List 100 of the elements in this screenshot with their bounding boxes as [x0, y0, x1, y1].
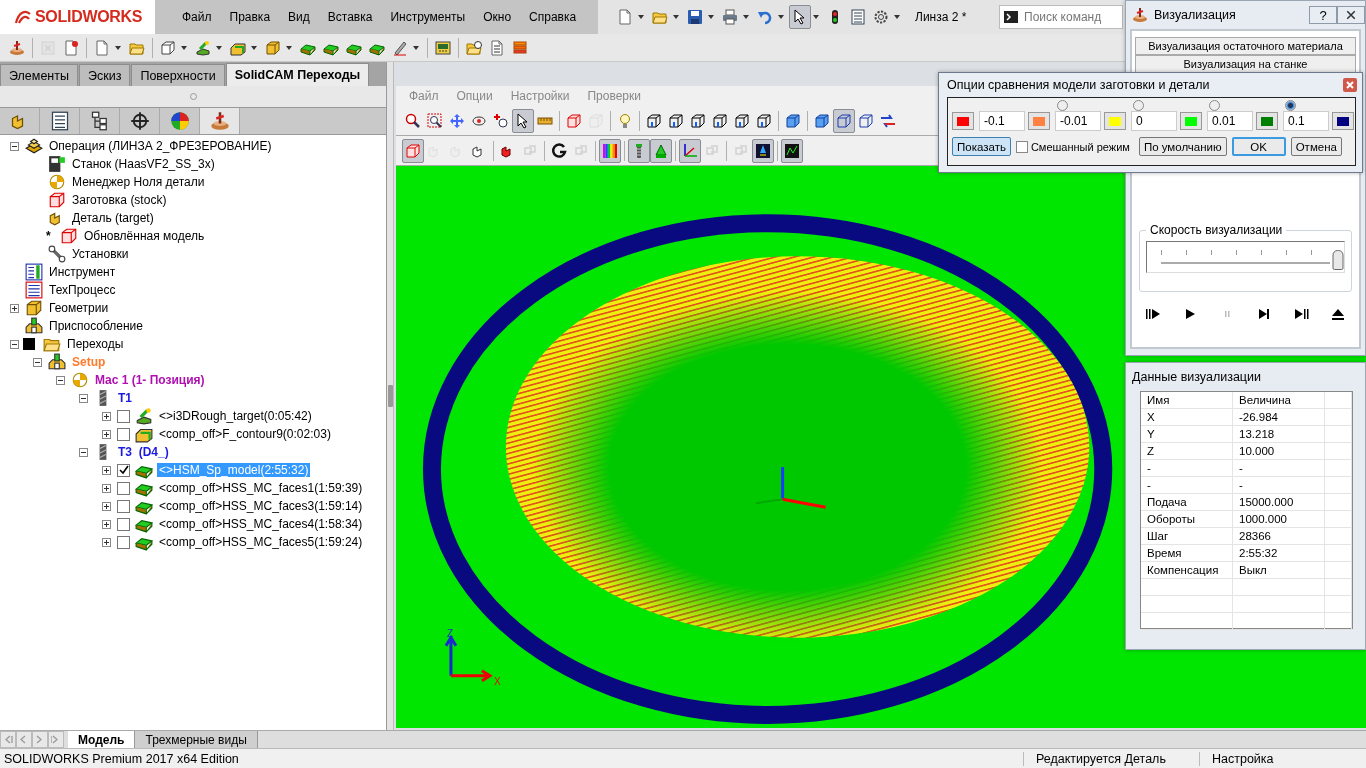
- collapse-icon[interactable]: [9, 339, 19, 349]
- caret-icon[interactable]: [743, 15, 749, 19]
- toolbar-button[interactable]: [789, 5, 811, 29]
- tree-item[interactable]: ТехПроцесс: [47, 283, 118, 297]
- tree-item[interactable]: Деталь (target): [70, 211, 156, 225]
- tree-item[interactable]: Операция (ЛИНЗА 2_ФРЕЗЕРОВАНИЕ): [47, 139, 274, 153]
- tree-item[interactable]: <comp_off>HSS_MC_faces5(1:59:24): [157, 535, 365, 549]
- caret-icon[interactable]: [286, 45, 292, 50]
- tree-item[interactable]: Инструмент: [47, 265, 118, 279]
- menu-item[interactable]: Вид: [279, 10, 319, 24]
- tree-item[interactable]: T3 (D4_): [116, 445, 171, 459]
- color-button[interactable]: [1028, 112, 1050, 130]
- close-icon[interactable]: [1342, 77, 1358, 93]
- collapse-icon[interactable]: [9, 141, 19, 151]
- menu-item[interactable]: Файл: [173, 10, 221, 24]
- dialog-button[interactable]: По умолчанию: [1138, 137, 1227, 156]
- tree-item[interactable]: T1: [116, 391, 134, 405]
- collapse-icon[interactable]: [78, 393, 88, 403]
- expand-icon[interactable]: [101, 537, 111, 547]
- expand-icon[interactable]: [101, 519, 111, 529]
- tab[interactable]: Трехмерные виды: [135, 731, 258, 748]
- checkbox[interactable]: [117, 481, 130, 495]
- speed-slider[interactable]: [1146, 241, 1345, 273]
- expand-icon[interactable]: [101, 483, 111, 493]
- collapse-icon[interactable]: [55, 375, 65, 385]
- close-button[interactable]: [1337, 6, 1365, 24]
- slider-thumb[interactable]: [1332, 250, 1344, 270]
- threshold-field[interactable]: 0.1: [1283, 111, 1329, 131]
- caret-icon[interactable]: [673, 15, 679, 19]
- tree-item[interactable]: Приспособление: [47, 319, 145, 333]
- expand-icon[interactable]: [101, 501, 111, 511]
- checkbox[interactable]: [117, 463, 130, 477]
- checkbox[interactable]: [117, 535, 130, 549]
- tree-item[interactable]: Mac 1 (1- Позиция): [93, 373, 207, 387]
- tab[interactable]: SolidCAM Переходы: [225, 63, 370, 86]
- mode-button[interactable]: Визуализация остаточного материала: [1135, 37, 1356, 55]
- color-button[interactable]: [1332, 112, 1354, 130]
- toolbar-button[interactable]: [628, 138, 650, 163]
- menu-item[interactable]: Правка: [220, 10, 280, 24]
- tree-item[interactable]: <comp_off>HSS_MC_faces3(1:59:14): [157, 499, 365, 513]
- collapse-icon[interactable]: [32, 357, 42, 367]
- mode-button[interactable]: Визуализация на станке: [1135, 55, 1356, 73]
- expand-icon[interactable]: [101, 429, 111, 439]
- dialog-button[interactable]: Показать: [952, 137, 1011, 156]
- tree-item[interactable]: Геометрии: [47, 301, 111, 315]
- tree-item[interactable]: <comp_off>F_contour9(0:02:03): [157, 427, 333, 441]
- caret-icon[interactable]: [251, 45, 257, 50]
- tree-item[interactable]: Переходы: [65, 337, 126, 351]
- checkbox[interactable]: [117, 499, 130, 513]
- toolbar-button[interactable]: [512, 108, 534, 133]
- menu-item[interactable]: Инструменты: [381, 10, 475, 24]
- tab[interactable]: Элементы: [0, 64, 78, 86]
- color-button[interactable]: [952, 112, 974, 130]
- menu-item[interactable]: Справка: [520, 10, 586, 24]
- caret-icon[interactable]: [638, 15, 644, 19]
- checkbox[interactable]: [117, 427, 130, 441]
- tab[interactable]: Поверхности: [131, 64, 225, 86]
- toolbar-button[interactable]: [752, 138, 774, 163]
- tree-item[interactable]: Заготовка (stock): [70, 193, 169, 207]
- tree-item[interactable]: Менеджер Ноля детали: [70, 175, 207, 189]
- checkbox[interactable]: [1015, 140, 1028, 153]
- tab[interactable]: Эскиз: [79, 64, 131, 86]
- threshold-field[interactable]: -0.01: [1055, 111, 1101, 131]
- toolbar-button[interactable]: [679, 138, 701, 163]
- threshold-field[interactable]: -0.1: [979, 111, 1025, 131]
- help-button[interactable]: ?: [1309, 6, 1337, 24]
- color-button[interactable]: [1104, 112, 1126, 130]
- threshold-field[interactable]: 0: [1131, 111, 1177, 131]
- tree-item[interactable]: Станок (HaasVF2_SS_3x): [70, 157, 217, 171]
- checkbox[interactable]: [117, 517, 130, 531]
- caret-icon[interactable]: [216, 45, 222, 50]
- expand-icon[interactable]: [101, 465, 111, 475]
- threshold-field[interactable]: 0.01: [1207, 111, 1253, 131]
- tree-item[interactable]: Обновлённая модель: [82, 229, 207, 243]
- caret-icon[interactable]: [894, 15, 900, 19]
- expand-icon[interactable]: [101, 411, 111, 421]
- menu-item[interactable]: Окно: [474, 10, 521, 24]
- step-play-icon[interactable]: [1145, 306, 1162, 322]
- splitter-handle[interactable]: [387, 385, 393, 407]
- tree-item[interactable]: <comp_off>HSS_MC_faces4(1:58:34): [157, 517, 365, 531]
- dialog-button[interactable]: Отмена: [1290, 137, 1342, 156]
- search-field[interactable]: Поиск команд: [999, 5, 1123, 29]
- caret-icon[interactable]: [181, 45, 187, 50]
- play-to-end-icon[interactable]: [1292, 306, 1309, 322]
- tab[interactable]: Модель: [68, 731, 136, 748]
- collapse-icon[interactable]: [78, 447, 88, 457]
- checkbox-label[interactable]: Смешанный режим: [1030, 140, 1130, 153]
- checkbox[interactable]: [117, 409, 130, 423]
- caret-icon[interactable]: [813, 15, 819, 19]
- caret-icon[interactable]: [115, 45, 121, 50]
- caret-icon[interactable]: [778, 15, 784, 19]
- menu-item[interactable]: Вставка: [318, 10, 382, 24]
- caret-icon[interactable]: [708, 15, 714, 19]
- color-button[interactable]: [1256, 112, 1278, 130]
- tree-item[interactable]: <>i3DRough_target(0:05:42): [157, 409, 314, 423]
- caret-icon[interactable]: [413, 45, 419, 50]
- dialog-button[interactable]: OK: [1231, 137, 1286, 156]
- expand-icon[interactable]: [9, 303, 19, 313]
- color-button[interactable]: [1180, 112, 1202, 130]
- toolbar-button[interactable]: [781, 138, 803, 163]
